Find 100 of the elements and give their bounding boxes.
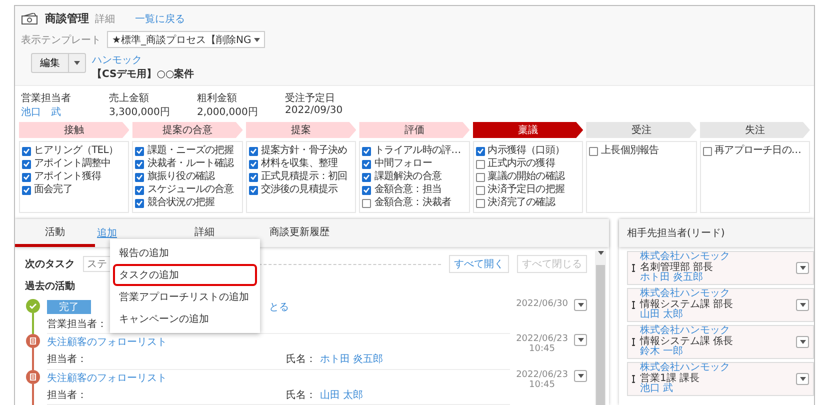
checkbox[interactable] — [22, 186, 31, 194]
drag-handle-icon[interactable] — [632, 301, 635, 309]
caret-icon — [800, 266, 806, 270]
contact-name-link[interactable]: ホト田 炎五郎 — [320, 352, 384, 366]
contact-position: 情報システム課 係長 — [640, 336, 734, 347]
stage-step[interactable]: 稟議 — [472, 122, 584, 138]
stage-step[interactable]: 提案 — [246, 122, 356, 138]
back-link[interactable]: 一覧に戻る — [135, 12, 185, 26]
checklist-label: 材料を収集、整理 — [260, 158, 338, 170]
checklist-label: 再アプローチ日の… — [714, 145, 801, 157]
drag-handle-icon[interactable] — [632, 338, 635, 346]
checklist-label: 交渉後の見積提示 — [260, 184, 338, 196]
contact-position: 情報システム課 部長 — [640, 300, 734, 310]
drag-handle-icon[interactable] — [632, 375, 635, 383]
checkbox[interactable] — [248, 186, 258, 194]
checkbox[interactable] — [362, 186, 372, 194]
menu-item[interactable]: キャンペーンの追加 — [113, 308, 257, 330]
checklist-label: 稟議の開始の確認 — [488, 171, 565, 183]
page-title: 商談管理 — [45, 11, 89, 26]
contact-name-link[interactable]: 鈴木 一郎 — [640, 347, 791, 358]
menu-item[interactable]: タスクの追加 — [113, 264, 257, 286]
summary-label: 受注予定日 — [285, 92, 336, 105]
checkbox[interactable] — [702, 146, 712, 156]
stage-step[interactable]: 失注 — [700, 122, 810, 138]
activity-menu-button[interactable] — [574, 334, 587, 346]
page-subtitle: 詳細 — [95, 12, 115, 26]
checkbox[interactable] — [362, 160, 372, 168]
activity-title-link[interactable]: 失注顧客のフォローリスト — [47, 335, 167, 350]
drag-handle-icon[interactable] — [632, 264, 635, 272]
checkbox[interactable] — [135, 172, 144, 182]
checklist-label: アポイント獲得 — [34, 171, 102, 183]
checklist-label: 正式内示の獲得 — [488, 158, 555, 170]
caret-icon — [800, 377, 806, 381]
checkbox[interactable] — [248, 146, 258, 156]
checklist-label: ヒアリング（TEL） — [34, 145, 118, 157]
company-link[interactable]: ハンモック — [92, 53, 194, 67]
contact-menu-button[interactable] — [796, 262, 809, 274]
activity-title-link[interactable]: とる — [269, 300, 289, 314]
caret-icon — [578, 338, 584, 342]
checkbox[interactable] — [476, 160, 485, 168]
company-link[interactable]: 株式会社ハンモック — [640, 326, 791, 337]
company-link[interactable]: 株式会社ハンモック — [640, 289, 791, 300]
checkbox[interactable] — [476, 198, 485, 208]
activity-time: 10:45 — [529, 344, 555, 354]
checklist-label: 決裁者・ルート確認 — [147, 158, 234, 170]
checkbox[interactable] — [22, 146, 31, 156]
stage-step[interactable]: 受注 — [586, 122, 697, 138]
owner-label: 担当者： — [47, 352, 87, 366]
contact-name-link[interactable]: ホト田 炎五郎 — [640, 273, 791, 284]
checkbox[interactable] — [22, 160, 31, 168]
name-label: 氏名： — [286, 388, 316, 402]
checkbox[interactable] — [476, 146, 485, 156]
checklist-label: 旗振り役の確認 — [147, 171, 215, 183]
menu-item[interactable]: 営業アプローチリストの追加 — [113, 286, 257, 308]
activity-title-link[interactable]: 失注顧客のフォローリスト — [47, 370, 167, 385]
checkbox[interactable] — [362, 198, 372, 208]
checklist-label: アポイント調整中 — [34, 158, 111, 170]
checkbox[interactable] — [135, 146, 144, 156]
next-task-label: 次のタスク — [25, 258, 75, 271]
money-icon — [21, 12, 39, 24]
summary-value[interactable]: 池口 武 — [21, 105, 109, 119]
checklist-label: 上長個別報告 — [601, 145, 659, 157]
checklist-label: 正式見積提示：初回 — [260, 171, 348, 183]
checklist-label: 内示獲得（口頭） — [488, 145, 565, 157]
scrollbar[interactable] — [595, 251, 606, 405]
activity-tab[interactable]: 活動 — [15, 219, 95, 247]
contact-menu-button[interactable] — [796, 336, 809, 348]
checkbox[interactable] — [135, 198, 144, 208]
contact-menu-button[interactable] — [796, 373, 809, 385]
checkbox[interactable] — [362, 172, 372, 182]
template-select[interactable]: ★標準_商談プロセス【削除NG — [107, 31, 266, 48]
summary-value: 3,300,000円 — [109, 106, 171, 119]
checkbox[interactable] — [248, 172, 258, 182]
activity-menu-button[interactable] — [574, 299, 587, 311]
expand-all-button[interactable]: すべて開く — [449, 255, 509, 273]
contact-name-link[interactable]: 山田 太郎 — [320, 388, 364, 402]
stage-step[interactable]: 評価 — [359, 122, 470, 138]
contact-menu-button[interactable] — [796, 299, 809, 311]
checkbox[interactable] — [22, 172, 31, 182]
contact-name-link[interactable]: 山田 太郎 — [640, 310, 791, 321]
add-link[interactable]: 追加 — [97, 226, 117, 240]
checkbox[interactable] — [476, 186, 485, 194]
status-badge: 完了 — [47, 300, 91, 314]
contact-name-link[interactable]: 池口 武 — [640, 384, 791, 395]
checklist-label: 競合状況の把握 — [147, 197, 215, 209]
activity-menu-button[interactable] — [574, 370, 587, 382]
company-link[interactable]: 株式会社ハンモック — [640, 252, 791, 263]
checkbox[interactable] — [476, 172, 485, 182]
checkbox[interactable] — [248, 160, 258, 168]
stage-step[interactable]: 提案の合意 — [132, 122, 243, 138]
checkbox[interactable] — [135, 160, 144, 168]
contacts-title: 相手先担当者(リード) — [627, 226, 725, 240]
checkbox[interactable] — [589, 146, 598, 156]
checkbox[interactable] — [362, 146, 372, 156]
checklist-label: 金額合意：担当 — [374, 184, 442, 196]
company-link[interactable]: 株式会社ハンモック — [640, 363, 791, 374]
owner-label: 営業担当者： — [47, 318, 107, 331]
stage-step[interactable]: 接触 — [19, 122, 130, 138]
activity-date: 2022/06/23 — [516, 370, 568, 380]
checkbox[interactable] — [135, 186, 144, 194]
